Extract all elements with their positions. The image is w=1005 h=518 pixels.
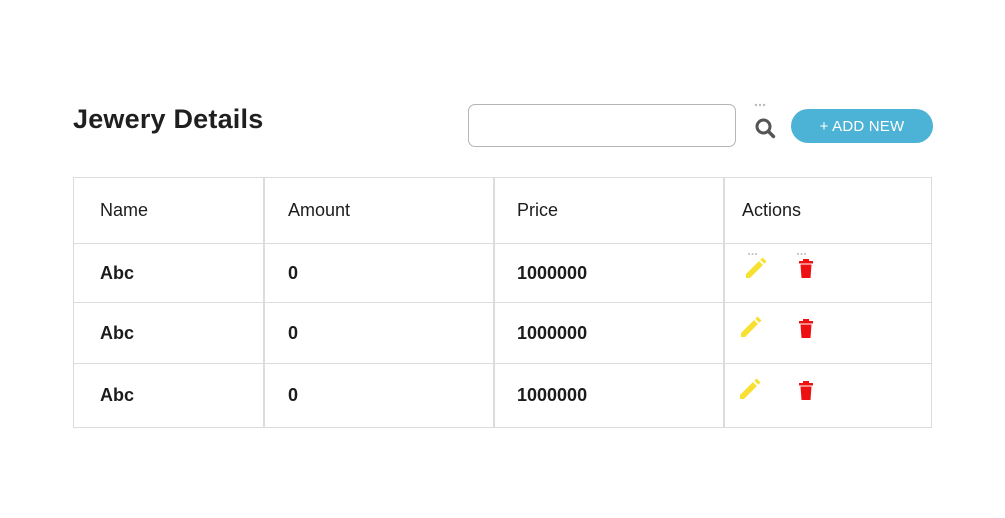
cell-amount: 0 [288, 385, 299, 405]
search-input[interactable] [468, 104, 736, 147]
cell-price: 1000000 [517, 262, 588, 283]
page-title: Jewery Details [73, 104, 264, 134]
cell-amount: 0 [288, 262, 299, 283]
edit-button[interactable] [744, 252, 770, 280]
table-row: Abc 0 1000000 [74, 303, 931, 364]
column-header-name: Name [100, 200, 149, 220]
search-button[interactable] [750, 103, 780, 143]
trash-icon [799, 381, 813, 400]
pencil-icon [740, 378, 761, 399]
pencil-icon [741, 316, 762, 337]
cell-name: Abc [100, 322, 135, 343]
delete-button[interactable] [794, 317, 820, 345]
delete-button[interactable] [794, 379, 820, 407]
cell-price: 1000000 [517, 322, 588, 343]
column-header-actions: Actions [742, 200, 802, 220]
cell-name: Abc [100, 262, 135, 283]
table-row: Abc 0 1000000 [74, 244, 931, 303]
delete-button[interactable] [794, 252, 820, 280]
table-row: Abc 0 1000000 [74, 364, 931, 427]
column-header-price: Price [517, 200, 559, 220]
search-icon [755, 118, 776, 139]
jewelry-table: Name Amount Price Actions Abc 0 1000000 [73, 177, 932, 428]
trash-icon [797, 253, 813, 278]
edit-button[interactable] [739, 315, 765, 343]
trash-icon [799, 319, 813, 338]
table-header: Name Amount Price Actions [74, 178, 931, 244]
cell-amount: 0 [288, 322, 299, 343]
more-dots-icon [754, 103, 766, 107]
cell-name: Abc [100, 385, 135, 405]
edit-button[interactable] [738, 377, 764, 405]
column-header-amount: Amount [288, 200, 351, 220]
cell-price: 1000000 [517, 385, 588, 405]
add-new-button[interactable]: + ADD NEW [791, 109, 933, 143]
pencil-icon [746, 253, 767, 278]
